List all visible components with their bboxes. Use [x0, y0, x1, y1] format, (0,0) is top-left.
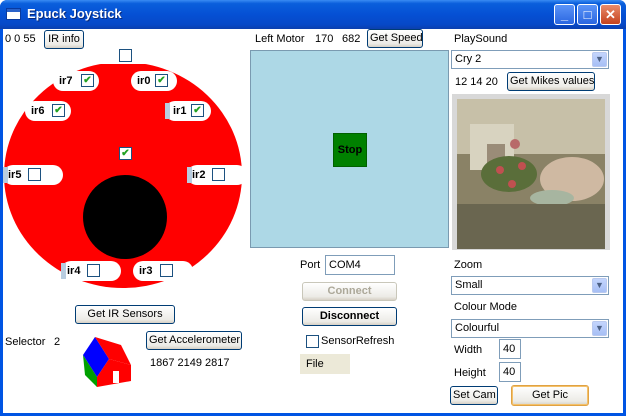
colour-mode-label: Colour Mode — [454, 301, 517, 313]
robot-center-checkbox[interactable] — [119, 147, 132, 160]
minimize-button[interactable]: _ — [554, 4, 575, 25]
ir-info-button[interactable]: IR info — [44, 30, 84, 49]
port-field[interactable]: COM4 — [325, 255, 395, 275]
mikes-values: 12 14 20 — [455, 76, 498, 88]
window-title: Epuck Joystick — [27, 6, 122, 21]
left-motor-value-2: 682 — [342, 33, 361, 45]
get-ir-sensors-button[interactable]: Get IR Sensors — [75, 305, 175, 324]
robot-center-hole — [83, 175, 167, 259]
get-pic-button[interactable]: Get Pic — [511, 385, 589, 406]
app-window: Epuck Joystick _ □ ✕ 0 0 55 IR info ir7 … — [0, 0, 626, 416]
accelerometer-values: 1867 2149 2817 — [150, 357, 230, 369]
selector-label: Selector — [5, 336, 46, 348]
ir0-checkbox[interactable] — [155, 74, 168, 87]
width-field[interactable]: 40 — [499, 339, 521, 359]
playsound-select[interactable]: Cry 2 ▼ — [451, 50, 609, 69]
width-label: Width — [454, 344, 483, 356]
house-icon — [83, 337, 131, 387]
ir2-checkbox[interactable] — [212, 168, 225, 181]
colour-mode-select[interactable]: Colourful ▼ — [451, 319, 609, 338]
sensor-refresh-checkbox[interactable] — [306, 335, 319, 348]
ir1-sensor: ir1 — [165, 101, 211, 121]
window-icon — [6, 8, 21, 20]
ir3-checkbox[interactable] — [160, 264, 173, 277]
chevron-down-icon[interactable]: ▼ — [592, 52, 607, 67]
height-label: Height — [454, 367, 486, 379]
file-menu[interactable]: File — [300, 354, 350, 374]
robot-top-checkbox[interactable] — [119, 49, 132, 62]
ir4-checkbox[interactable] — [87, 264, 100, 277]
stop-button[interactable]: Stop — [333, 133, 367, 167]
port-label: Port — [300, 259, 321, 271]
get-mikes-values-button[interactable]: Get Mikes values — [507, 72, 595, 91]
ir-readout: 0 0 55 — [5, 33, 36, 45]
get-speed-button[interactable]: Get Speed — [367, 29, 423, 48]
client-area: 0 0 55 IR info ir7 ir0 ir6 ir1 ir5 — [3, 29, 623, 413]
maximize-button[interactable]: □ — [577, 4, 598, 25]
zoom-label: Zoom — [454, 259, 483, 271]
get-accelerometer-button[interactable]: Get Accelerometer — [146, 331, 242, 350]
zoom-select[interactable]: Small ▼ — [451, 276, 609, 295]
sensor-refresh-label: SensorRefresh — [321, 335, 395, 347]
left-motor-label: Left Motor — [255, 33, 305, 45]
selector-value: 2 — [54, 336, 61, 348]
chevron-down-icon[interactable]: ▼ — [592, 321, 607, 336]
height-field[interactable]: 40 — [499, 362, 521, 382]
joystick-pad[interactable]: Stop — [250, 50, 449, 248]
ir5-checkbox[interactable] — [28, 168, 41, 181]
ir1-checkbox[interactable] — [191, 104, 204, 117]
set-cam-button[interactable]: Set Cam — [450, 386, 498, 405]
camera-image — [452, 94, 610, 250]
connect-button[interactable]: Connect — [302, 282, 397, 301]
left-motor-value-1: 170 — [315, 33, 334, 45]
close-button[interactable]: ✕ — [600, 4, 621, 25]
chevron-down-icon[interactable]: ▼ — [592, 278, 607, 293]
disconnect-button[interactable]: Disconnect — [302, 307, 397, 326]
title-bar[interactable]: Epuck Joystick _ □ ✕ — [0, 0, 626, 29]
ir6-checkbox[interactable] — [52, 104, 65, 117]
ir0-sensor: ir0 — [131, 71, 177, 91]
ir7-checkbox[interactable] — [81, 74, 94, 87]
playsound-label: PlaySound — [454, 33, 508, 45]
